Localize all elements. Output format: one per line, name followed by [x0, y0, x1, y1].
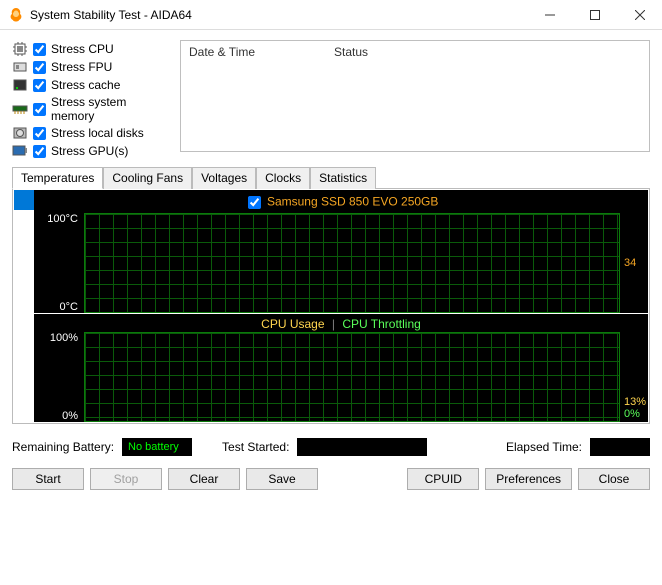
cpu-graph: CPU Usage | CPU Throttling 100% 0% 13% 0… [34, 314, 648, 422]
stress-option-label: Stress CPU [51, 42, 114, 56]
stress-option-memory: Stress system memory [12, 94, 172, 124]
log-panel: Date & Time Status [180, 40, 650, 152]
temp-ymin: 0°C [34, 301, 78, 313]
cpu-plot [84, 332, 620, 422]
temperature-graph: Samsung SSD 850 EVO 250GB 100°C 0°C 34 [34, 190, 648, 313]
stress-option-cpu: Stress CPU [12, 40, 172, 58]
cpu-ymin: 0% [34, 410, 78, 422]
cpu-throttling-label: CPU Throttling [342, 317, 420, 331]
tab-clocks[interactable]: Clocks [256, 167, 310, 189]
stress-option-label: Stress FPU [51, 60, 112, 74]
app-icon [8, 7, 24, 23]
start-button[interactable]: Start [12, 468, 84, 490]
status-row: Remaining Battery: No battery Test Start… [12, 438, 650, 456]
temp-device-label: Samsung SSD 850 EVO 250GB [267, 195, 438, 209]
temp-series-checkbox[interactable] [248, 196, 261, 209]
stress-option-cache: Stress cache [12, 76, 172, 94]
stress-option-disks: Stress local disks [12, 124, 172, 142]
memory-icon [12, 101, 28, 117]
tab-statistics[interactable]: Statistics [310, 167, 376, 189]
elapsed-time-label: Elapsed Time: [506, 440, 582, 454]
log-column-status[interactable]: Status [334, 45, 368, 59]
gpu-icon [12, 143, 28, 159]
maximize-button[interactable] [572, 0, 617, 29]
cpu-icon [12, 41, 28, 57]
clear-button[interactable]: Clear [168, 468, 240, 490]
preferences-button[interactable]: Preferences [485, 468, 572, 490]
cpu-usage-label: CPU Usage [261, 317, 324, 331]
disk-icon [12, 125, 28, 141]
cpu-ymax: 100% [34, 332, 78, 344]
stress-option-label: Stress GPU(s) [51, 144, 128, 158]
cpu-throttle-value: 0% [624, 408, 640, 420]
battery-label: Remaining Battery: [12, 440, 114, 454]
stress-option-label: Stress local disks [51, 126, 144, 140]
close-window-button[interactable]: Close [578, 468, 650, 490]
button-bar: Start Stop Clear Save CPUID Preferences … [12, 468, 650, 494]
cpuid-button[interactable]: CPUID [407, 468, 479, 490]
save-button[interactable]: Save [246, 468, 318, 490]
temp-plot [84, 213, 620, 313]
temp-ymax: 100°C [34, 213, 78, 225]
stress-cache-checkbox[interactable] [33, 79, 46, 92]
stress-options: Stress CPU Stress FPU Stress cache Stres… [12, 40, 172, 160]
tabs-bar: Temperatures Cooling Fans Voltages Clock… [12, 166, 650, 189]
tab-cooling-fans[interactable]: Cooling Fans [103, 167, 192, 189]
stop-button[interactable]: Stop [90, 468, 162, 490]
elapsed-time-value [590, 438, 650, 456]
title-bar: System Stability Test - AIDA64 [0, 0, 662, 30]
stress-option-label: Stress cache [51, 78, 120, 92]
stress-cpu-checkbox[interactable] [33, 43, 46, 56]
stress-disks-checkbox[interactable] [33, 127, 46, 140]
window-title: System Stability Test - AIDA64 [30, 8, 192, 22]
test-started-value [297, 438, 427, 456]
battery-value: No battery [122, 438, 192, 456]
stress-gpu-checkbox[interactable] [33, 145, 46, 158]
temp-current-value: 34 [624, 257, 636, 269]
legend-color-swatch[interactable] [14, 190, 34, 210]
log-column-datetime[interactable]: Date & Time [189, 45, 334, 59]
series-legend [14, 190, 34, 422]
close-button[interactable] [617, 0, 662, 29]
test-started-label: Test Started: [222, 440, 289, 454]
stress-option-label: Stress system memory [51, 95, 172, 123]
cache-icon [12, 77, 28, 93]
minimize-button[interactable] [527, 0, 572, 29]
stress-option-gpu: Stress GPU(s) [12, 142, 172, 160]
stress-option-fpu: Stress FPU [12, 58, 172, 76]
fpu-icon [12, 59, 28, 75]
tab-temperatures[interactable]: Temperatures [12, 167, 103, 189]
stress-fpu-checkbox[interactable] [33, 61, 46, 74]
cpu-usage-value: 13% [624, 396, 646, 408]
stress-memory-checkbox[interactable] [33, 103, 46, 116]
tab-voltages[interactable]: Voltages [192, 167, 256, 189]
graph-area: Samsung SSD 850 EVO 250GB 100°C 0°C 34 [12, 189, 650, 424]
